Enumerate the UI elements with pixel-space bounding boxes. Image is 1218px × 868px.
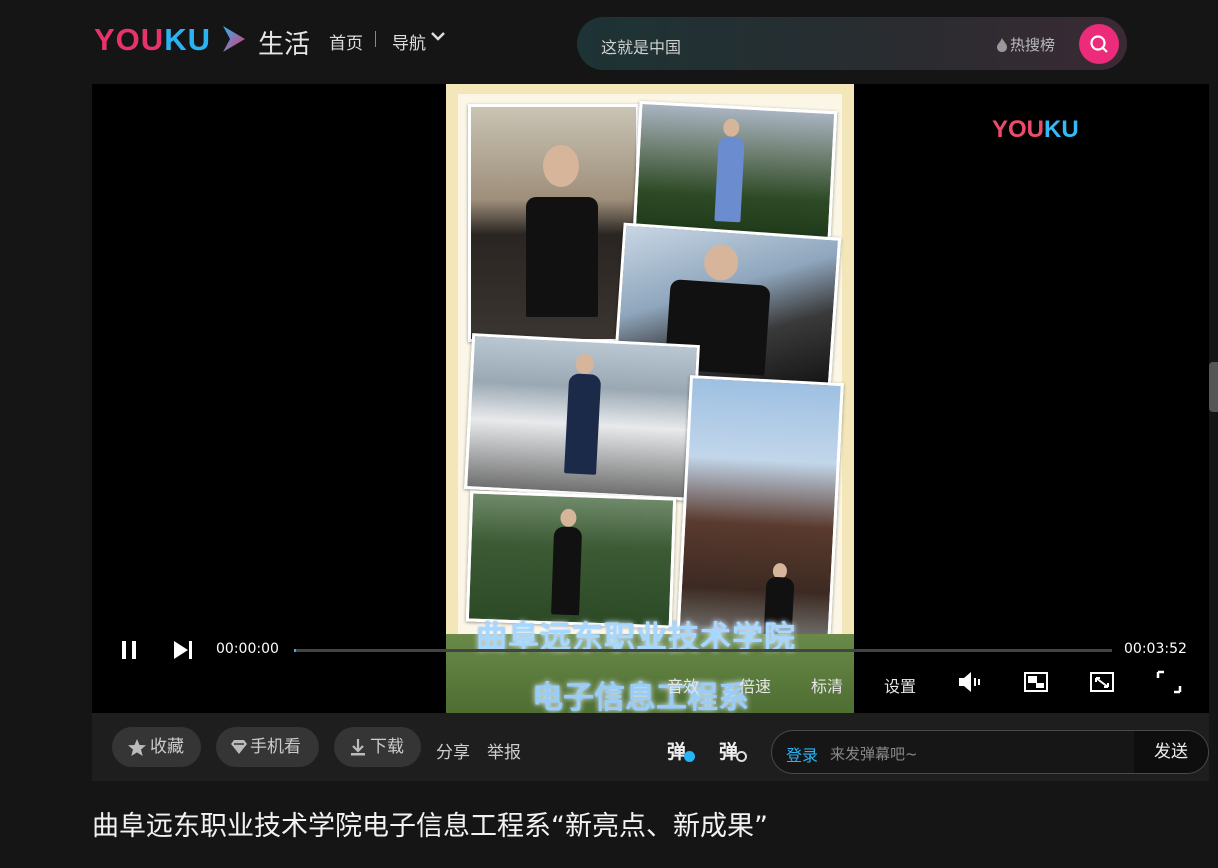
report-link[interactable]: 举报	[487, 738, 521, 763]
collage-photo	[676, 375, 844, 649]
speed-button[interactable]: 倍速	[739, 673, 771, 697]
diamond-icon	[231, 740, 247, 754]
danmaku-toggle-button[interactable]: 弹	[667, 737, 686, 764]
side-panel-toggle[interactable]	[1209, 362, 1218, 412]
fullscreen-icon[interactable]	[1156, 670, 1182, 694]
video-frame: 曲阜远东职业技术学院 电子信息工程系	[446, 84, 854, 713]
star-icon	[128, 739, 146, 756]
flame-icon	[997, 38, 1007, 52]
quality-button[interactable]: 标清	[811, 673, 843, 697]
share-link[interactable]: 分享	[436, 738, 470, 763]
channel-name[interactable]: 生活	[258, 24, 310, 61]
collage-photo	[468, 104, 639, 342]
picture-in-picture-icon[interactable]	[1023, 670, 1049, 694]
web-fullscreen-icon[interactable]	[1089, 670, 1115, 694]
login-link[interactable]: 登录	[786, 742, 818, 766]
nav-divider	[375, 31, 376, 47]
youku-logo[interactable]: YOUKU	[94, 22, 211, 58]
collage-photo	[464, 333, 700, 501]
total-time: 00:03:52	[1124, 641, 1187, 657]
send-button[interactable]: 发送	[1134, 731, 1208, 773]
pause-icon[interactable]	[120, 640, 138, 660]
danmaku-placeholder: 来发弹幕吧~	[830, 745, 918, 763]
settings-button[interactable]: 设置	[884, 673, 916, 697]
photo-collage	[458, 94, 844, 654]
collage-photo	[632, 100, 838, 243]
favorite-button[interactable]: 收藏	[112, 727, 201, 767]
action-bar: 收藏 手机看 下载 分享 举报 弹 弹 登录 来发弹幕吧~ 发送	[92, 713, 1209, 781]
collage-photo	[465, 490, 677, 629]
hot-search-label: 热搜榜	[1010, 36, 1056, 54]
danmaku-settings-button[interactable]: 弹	[719, 737, 738, 764]
search-bar: 这就是中国 热搜榜	[577, 17, 1127, 70]
danmaku-input[interactable]: 登录 来发弹幕吧~ 发送	[771, 730, 1209, 774]
download-button[interactable]: 下载	[334, 727, 421, 767]
search-input[interactable]: 这就是中国	[601, 34, 681, 58]
search-button[interactable]	[1079, 24, 1119, 64]
video-title: 曲阜远东职业技术学院电子信息工程系“新亮点、新成果”	[92, 811, 768, 842]
watch-on-mobile-button[interactable]: 手机看	[216, 727, 319, 767]
nav-home-link[interactable]: 首页	[329, 29, 363, 54]
current-time: 00:00:00	[216, 641, 279, 657]
gear-icon	[736, 751, 747, 762]
check-icon	[684, 751, 695, 762]
header: YOUKU 生活 首页 导航 这就是中国 热搜榜	[0, 0, 1218, 84]
youku-watermark: YOUKU	[992, 116, 1079, 143]
sound-effect-button[interactable]: 音效	[667, 673, 699, 697]
video-player[interactable]: 曲阜远东职业技术学院 电子信息工程系 YOUKU 00:00:00 00:03:…	[92, 84, 1209, 713]
video-overlay-subtitle: 电子信息工程系	[532, 680, 749, 713]
next-icon[interactable]	[172, 640, 194, 660]
volume-icon[interactable]	[957, 670, 983, 694]
progress-bar[interactable]	[294, 649, 1112, 652]
nav-guide-menu[interactable]: 导航	[392, 29, 426, 54]
chevron-down-icon[interactable]	[430, 31, 446, 43]
youku-play-logo-icon	[223, 26, 245, 52]
progress-fill	[294, 649, 296, 652]
download-icon	[351, 739, 365, 756]
search-icon	[1090, 35, 1108, 53]
hot-search-link[interactable]: 热搜榜	[997, 34, 1055, 55]
